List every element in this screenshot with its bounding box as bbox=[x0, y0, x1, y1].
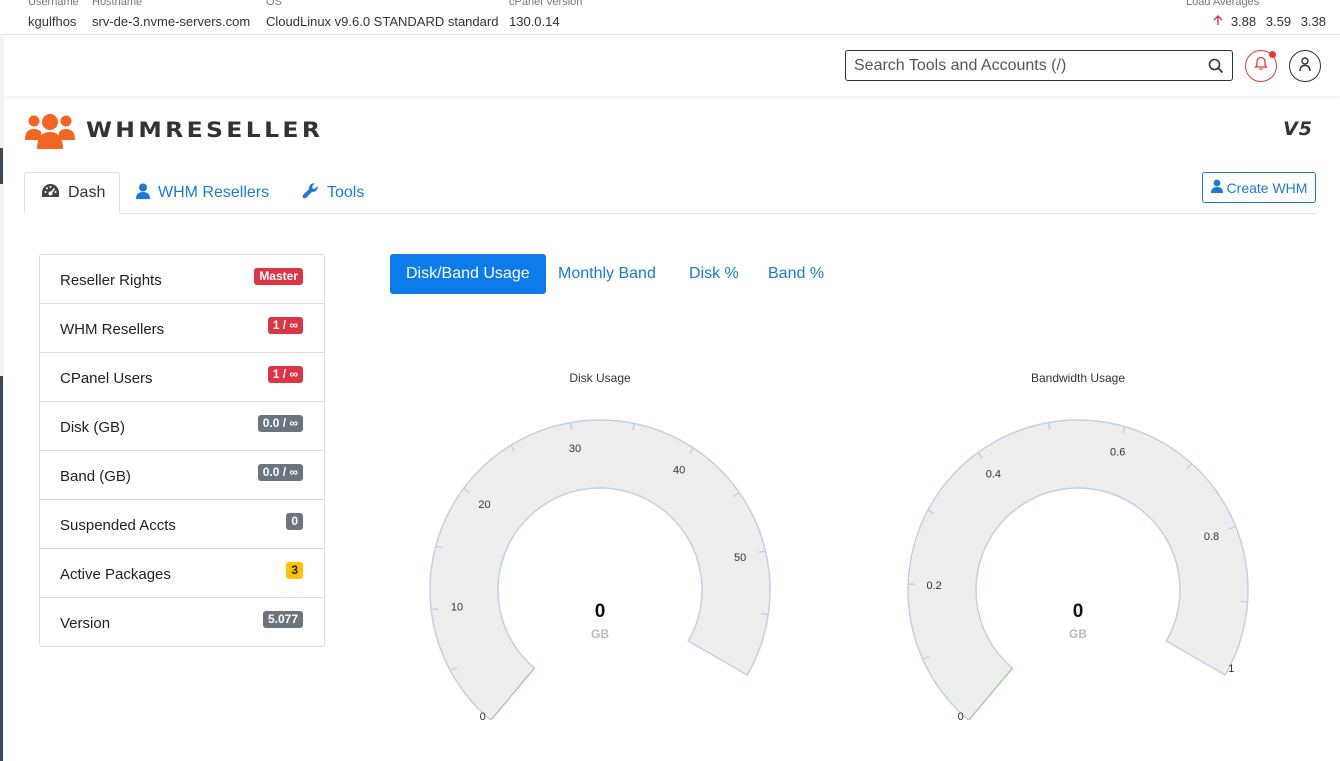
stat-name: Band (GB) bbox=[60, 468, 131, 485]
stat-name: Reseller Rights bbox=[60, 272, 162, 289]
bandwidth-usage-gauge-svg: Bandwidth Usage 0 0.2 0.4 0.6 0.8 1 0 GB bbox=[907, 371, 1249, 720]
user-icon bbox=[1210, 179, 1227, 196]
status-badge: 0.0 / ∞ bbox=[257, 464, 303, 481]
list-item: Disk (GB) 0.0 / ∞ bbox=[40, 402, 324, 451]
load-1min: 3.88 bbox=[1230, 14, 1257, 29]
tab-tools-label: Tools bbox=[327, 184, 365, 201]
load-15min: 3.38 bbox=[1300, 14, 1326, 29]
stat-name: Version bbox=[60, 615, 111, 632]
gauge-tick-label: 1 bbox=[1228, 663, 1234, 675]
cpanel-version-value: 130.0.14 bbox=[509, 14, 560, 29]
gauge-tick-label: 40 bbox=[673, 465, 685, 477]
list-item: Reseller Rights Master bbox=[40, 255, 324, 304]
stat-name: CPanel Users bbox=[60, 370, 153, 387]
gauge-tick bbox=[761, 612, 769, 616]
gauge-tick-label: 0.8 bbox=[1204, 531, 1219, 543]
pill-disk-band-usage[interactable]: Disk/Band Usage bbox=[390, 254, 546, 294]
status-badge: 3 bbox=[286, 562, 303, 579]
status-badge: Master bbox=[254, 268, 303, 285]
brand-name: WHMRESELLER bbox=[86, 118, 324, 142]
os-value: CloudLinux v9.6.0 STANDARD standard bbox=[266, 14, 499, 29]
stat-name: Disk (GB) bbox=[60, 419, 125, 436]
load-averages: Load Averages 3.88 3.59 3.38 bbox=[1186, 0, 1326, 34]
gauge-unit: GB bbox=[591, 627, 609, 641]
stat-name: WHM Resellers bbox=[60, 321, 165, 338]
gauge-value: 0 bbox=[595, 601, 606, 622]
gauge-tick-label: 0.4 bbox=[986, 469, 1001, 481]
list-item: Suspended Accts 0 bbox=[40, 500, 324, 549]
tab-dash-label: Dash bbox=[68, 184, 106, 201]
user-icon bbox=[1298, 56, 1312, 77]
list-item: Active Packages 3 bbox=[40, 549, 324, 598]
create-whm-button[interactable]: Create WHM bbox=[1202, 172, 1316, 203]
gauge-tick-label: 30 bbox=[569, 443, 581, 455]
tab-whm-resellers-label: WHM Resellers bbox=[158, 184, 270, 201]
load-averages-label: Load Averages bbox=[1186, 0, 1260, 8]
search-box[interactable] bbox=[845, 50, 1233, 81]
status-badge: 0 bbox=[286, 513, 303, 530]
tab-whm-resellers[interactable]: WHM Resellers bbox=[120, 172, 285, 214]
user-menu-button[interactable] bbox=[1289, 50, 1321, 82]
gauge-title: Disk Usage bbox=[569, 371, 631, 385]
disk-usage-gauge-svg: Disk Usage 0 10 20 30 40 50 0 GB bbox=[429, 371, 771, 720]
username-label: Username bbox=[28, 0, 79, 8]
tab-tools[interactable]: Tools bbox=[286, 172, 380, 214]
cpanel-version-label: cPanel Version bbox=[509, 0, 583, 8]
list-item: Band (GB) 0.0 / ∞ bbox=[40, 451, 324, 500]
search-icon[interactable] bbox=[1208, 58, 1224, 74]
dashboard-icon bbox=[41, 183, 68, 204]
load-averages-values: 3.88 3.59 3.38 bbox=[1213, 14, 1326, 29]
left-edge bbox=[0, 36, 4, 761]
hostname-label: Hostname bbox=[92, 0, 143, 8]
server-info-bar: Username kgulfhos Hostname srv-de-3.nvme… bbox=[0, 0, 1340, 35]
edge-strip bbox=[0, 376, 3, 761]
search-input[interactable] bbox=[846, 51, 1196, 80]
status-badge: 1 / ∞ bbox=[267, 317, 303, 334]
main-tabs: Dash WHM Resellers Tools bbox=[24, 172, 1316, 214]
pill-disk-percent[interactable]: Disk % bbox=[689, 254, 739, 294]
gauge-tick-label: 50 bbox=[734, 552, 746, 564]
top-header bbox=[4, 36, 1340, 96]
gauge-tick-label: 0 bbox=[958, 711, 964, 720]
status-badge: 0.0 / ∞ bbox=[257, 415, 303, 432]
arrow-up-icon bbox=[1213, 14, 1227, 29]
edge-strip bbox=[0, 148, 3, 184]
bell-icon bbox=[1254, 56, 1268, 76]
gauge-tick-label: 0.2 bbox=[926, 580, 941, 592]
os-label: OS bbox=[266, 0, 282, 8]
create-whm-label: Create WHM bbox=[1226, 179, 1308, 196]
gauge-unit: GB bbox=[1069, 627, 1087, 641]
gauge-title: Bandwidth Usage bbox=[1031, 371, 1125, 385]
stat-name: Suspended Accts bbox=[60, 517, 176, 534]
notifications-button[interactable] bbox=[1245, 50, 1277, 82]
status-badge: 1 / ∞ bbox=[267, 366, 303, 383]
username-value: kgulfhos bbox=[28, 14, 77, 29]
gauge-value: 0 bbox=[1073, 601, 1084, 622]
gauge-band bbox=[907, 419, 1249, 720]
notification-dot bbox=[1269, 51, 1276, 58]
tab-dash[interactable]: Dash bbox=[24, 172, 120, 214]
list-item: WHM Resellers 1 / ∞ bbox=[40, 304, 324, 353]
status-badge: 5.077 bbox=[262, 611, 303, 628]
hostname-value: srv-de-3.nvme-servers.com bbox=[92, 14, 251, 29]
gauge-tick-label: 0 bbox=[480, 711, 486, 720]
gauge-band bbox=[429, 419, 771, 720]
wrench-icon bbox=[302, 182, 327, 204]
reseller-stats-list: Reseller Rights Master WHM Resellers 1 /… bbox=[39, 254, 325, 647]
pill-band-percent[interactable]: Band % bbox=[768, 254, 824, 294]
version-mark: V5 bbox=[1283, 118, 1313, 140]
user-icon bbox=[136, 183, 158, 204]
gauge-tick-label: 0.6 bbox=[1110, 447, 1125, 459]
list-item: CPanel Users 1 / ∞ bbox=[40, 353, 324, 402]
list-item: Version 5.077 bbox=[40, 598, 324, 646]
gauge-tick-label: 10 bbox=[451, 602, 463, 614]
disk-usage-gauge: Disk Usage 0 10 20 30 40 50 0 GB bbox=[390, 360, 810, 720]
gauge-tick-label: 20 bbox=[478, 499, 490, 511]
bandwidth-usage-gauge: Bandwidth Usage 0 0.2 0.4 0.6 0.8 1 0 GB bbox=[868, 360, 1288, 720]
load-5min: 3.59 bbox=[1265, 14, 1292, 29]
stat-name: Active Packages bbox=[60, 566, 171, 583]
gauge-tick bbox=[431, 608, 439, 611]
pill-monthly-band[interactable]: Monthly Band bbox=[558, 254, 656, 294]
